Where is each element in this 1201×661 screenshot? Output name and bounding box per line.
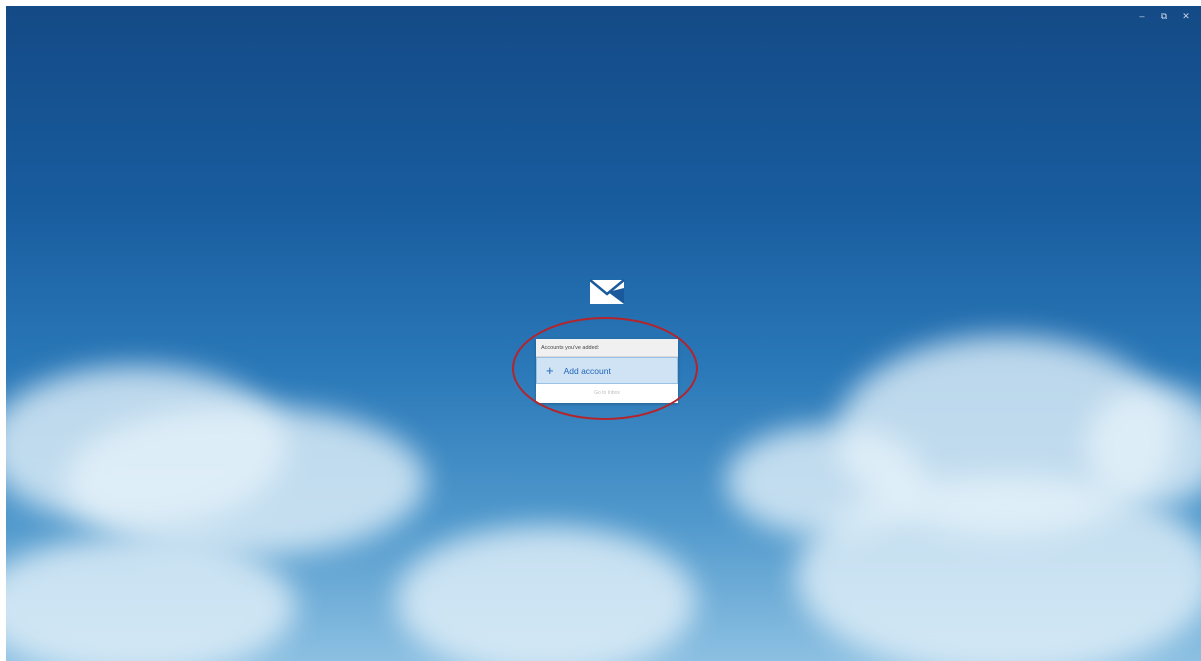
minimize-icon[interactable]: – — [1131, 8, 1153, 24]
restore-icon[interactable]: ⧉ — [1153, 8, 1175, 24]
cloud-shape — [396, 526, 696, 661]
mail-app-window: – ⧉ ✕ Accounts you've added: + Add accou… — [6, 6, 1201, 661]
annotation-ellipse — [512, 317, 698, 420]
cloud-shape — [66, 406, 426, 556]
window-controls: – ⧉ ✕ — [1131, 8, 1197, 24]
close-icon[interactable]: ✕ — [1175, 8, 1197, 24]
mail-envelope-icon — [589, 279, 625, 304]
